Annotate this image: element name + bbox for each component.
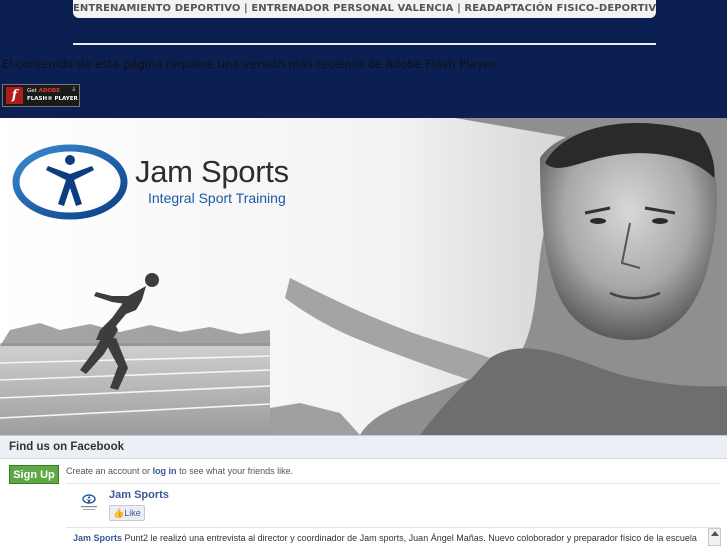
download-arrow-icon: ⇓	[70, 86, 76, 93]
flash-badge-line1: Get ADOBE	[27, 88, 61, 94]
facebook-box-title: Find us on Facebook	[0, 436, 727, 459]
facebook-like-box: Find us on Facebook Sign Up Create an ac…	[0, 435, 727, 546]
get-flash-player-button[interactable]: f Get ADOBE FLASH® PLAYER ⇓	[2, 84, 80, 107]
divider	[66, 483, 721, 484]
login-link[interactable]: log in	[153, 466, 177, 476]
sign-up-button[interactable]: Sign Up	[9, 465, 59, 484]
thumbs-up-icon: 👍	[113, 508, 125, 518]
feed-post: Jam Sports Punt2 le realizó una entrevis…	[73, 533, 705, 543]
flash-badge-line2: FLASH® PLAYER	[27, 96, 78, 102]
flash-logo-icon: f	[6, 87, 23, 104]
header-divider	[73, 43, 656, 45]
site-header: ENTRENAMIENTO DEPORTIVO | ENTRENADOR PER…	[0, 0, 727, 118]
page-name-link[interactable]: Jam Sports	[109, 489, 169, 501]
brand-tagline: Integral Sport Training	[148, 190, 286, 206]
flash-required-message: El contenido de esta página requiere una…	[2, 57, 498, 71]
create-account-text: Create an account or log in to see what …	[66, 466, 294, 476]
post-text: Punt2 le realizó una entrevista al direc…	[122, 533, 697, 543]
hero-photo	[0, 118, 727, 435]
site-tagline: ENTRENAMIENTO DEPORTIVO | ENTRENADOR PER…	[73, 0, 656, 18]
post-author-link[interactable]: Jam Sports	[73, 533, 122, 543]
scrollbar-up-button[interactable]	[708, 528, 721, 546]
brand-name: Jam Sports	[135, 154, 289, 189]
page-avatar[interactable]	[78, 491, 100, 513]
hero-banner: Jam Sports Integral Sport Training	[0, 118, 727, 435]
divider	[66, 527, 721, 528]
arrow-up-icon	[711, 531, 719, 536]
like-button[interactable]: 👍Like	[109, 505, 145, 521]
